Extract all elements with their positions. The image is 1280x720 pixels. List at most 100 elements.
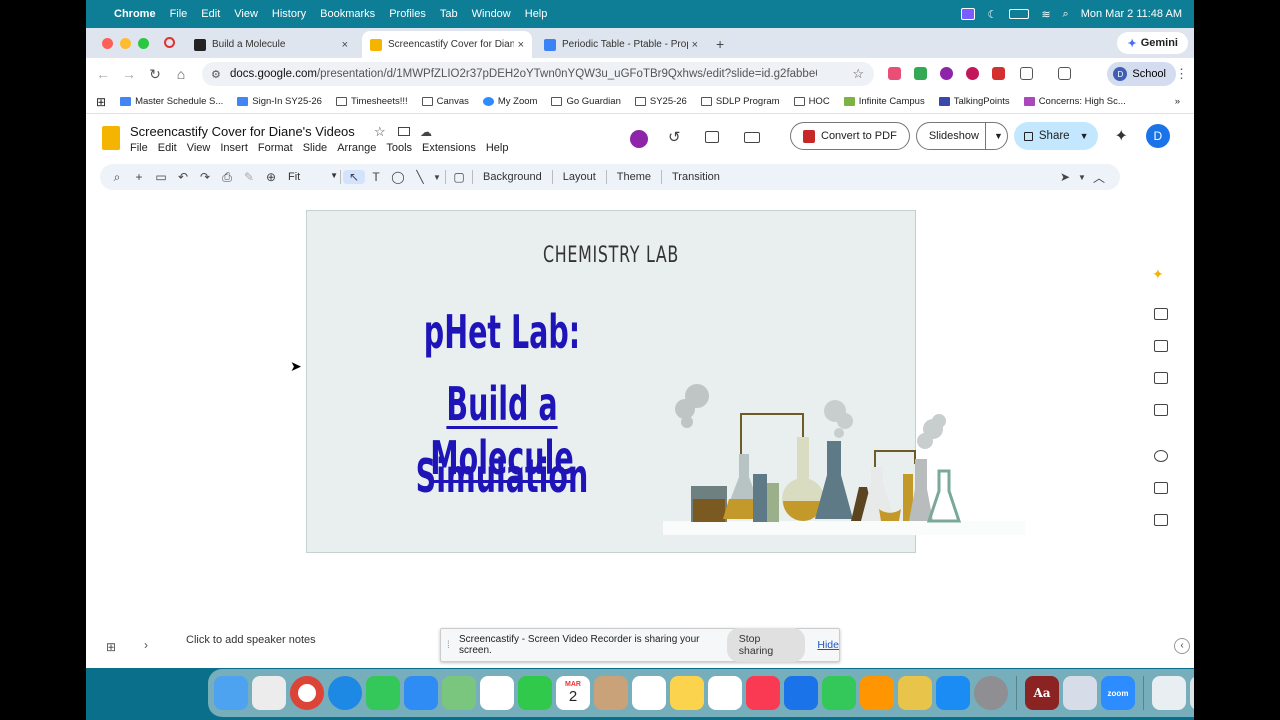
menu-item[interactable]: Slide	[303, 142, 327, 154]
pages-icon[interactable]	[860, 676, 894, 710]
drive-folder-icon[interactable]	[1154, 404, 1168, 416]
slides-logo-icon[interactable]	[102, 126, 120, 150]
bookmark-item[interactable]: TalkingPoints	[938, 96, 1010, 107]
grid-view-icon[interactable]: ⊞	[106, 640, 116, 654]
menu-item[interactable]: Format	[258, 142, 293, 154]
text-box-icon[interactable]: T	[365, 170, 387, 184]
collapse-panel-icon[interactable]: ‹	[1174, 638, 1190, 654]
apps-grid-icon[interactable]: ⊞	[96, 95, 106, 109]
document-title[interactable]: Screencastify Cover for Diane's Videos	[130, 124, 355, 139]
extension-icon[interactable]	[888, 67, 901, 80]
preview-icon[interactable]	[1063, 676, 1097, 710]
freeform-icon[interactable]	[708, 676, 742, 710]
menubar-item[interactable]: Bookmarks	[320, 8, 375, 20]
gemini-sparkle-icon[interactable]: ✦	[1114, 126, 1127, 146]
maps-icon[interactable]	[442, 676, 476, 710]
side-panel-icon[interactable]	[1058, 67, 1071, 80]
menubar-clock[interactable]: Mon Mar 2 11:48 AM	[1081, 8, 1182, 20]
collapse-toolbar-icon[interactable]: ︿	[1088, 169, 1110, 186]
bookmark-item[interactable]: SDLP Program	[700, 96, 780, 107]
extension-icon[interactable]	[940, 67, 953, 80]
bookmark-item[interactable]: Canvas	[421, 96, 469, 107]
menu-item[interactable]: Tools	[386, 142, 412, 154]
address-bar[interactable]: ⚙ docs.google.com/presentation/d/1MWPfZL…	[202, 62, 874, 86]
zoom-select[interactable]: Fit ▼	[282, 171, 338, 183]
hide-link[interactable]: Hide	[817, 639, 839, 651]
system-settings-icon[interactable]	[974, 676, 1008, 710]
contacts-icon[interactable]	[1154, 372, 1168, 384]
music-icon[interactable]	[746, 676, 780, 710]
tab-screencastify-cover[interactable]: Screencastify Cover for Diane ×	[362, 31, 532, 58]
close-tab-icon[interactable]: ×	[518, 39, 524, 51]
menubar-item[interactable]: File	[170, 8, 188, 20]
search-icon[interactable]: ⌕	[1063, 8, 1069, 21]
keep-notes-icon[interactable]	[1154, 308, 1168, 320]
back-arrow-icon[interactable]: ←	[90, 66, 116, 82]
print-icon[interactable]: ⎙	[216, 170, 238, 185]
bookmark-item[interactable]: Timesheets!!!	[335, 96, 408, 107]
menubar-item[interactable]: View	[234, 8, 258, 20]
screencastify-icon[interactable]	[630, 130, 648, 148]
close-window-button[interactable]	[102, 38, 113, 49]
speaker-notes-placeholder[interactable]: Click to add speaker notes	[186, 634, 316, 646]
new-slide-layout-icon[interactable]: ▭	[150, 170, 172, 184]
share-dropdown-icon[interactable]: ▼	[1080, 131, 1089, 141]
new-tab-icon[interactable]: +	[716, 36, 724, 52]
theme-button[interactable]: Theme	[609, 171, 659, 183]
line-dropdown-icon[interactable]: ▼	[431, 173, 443, 182]
contacts-icon[interactable]	[594, 676, 628, 710]
record-icon[interactable]	[1154, 450, 1168, 462]
slide-title-line-1[interactable]: pHet Lab:	[381, 305, 623, 359]
mail-icon[interactable]	[404, 676, 438, 710]
search-menus-icon[interactable]: ⌕	[106, 170, 128, 185]
battery-icon[interactable]	[1009, 9, 1030, 19]
close-tab-icon[interactable]: ×	[342, 39, 348, 51]
keynote-icon[interactable]	[784, 676, 818, 710]
zoom-app-icon[interactable]: zoom	[1101, 676, 1135, 710]
dictionary-icon[interactable]: Aa	[1025, 676, 1059, 710]
layout-button[interactable]: Layout	[555, 171, 604, 183]
add-comment-icon[interactable]: ▢	[448, 170, 470, 184]
bookmark-item[interactable]: SY25-26	[634, 96, 687, 107]
shape-icon[interactable]: ◯	[387, 170, 409, 184]
transition-button[interactable]: Transition	[664, 171, 728, 183]
launchpad-icon[interactable]	[252, 676, 286, 710]
photos-icon[interactable]	[480, 676, 514, 710]
menubar-app-name[interactable]: Chrome	[114, 8, 156, 20]
drag-handle-icon[interactable]: ⁞	[447, 640, 450, 651]
menu-item[interactable]: Edit	[158, 142, 177, 154]
menu-item[interactable]: Arrange	[337, 142, 376, 154]
convert-to-pdf-button[interactable]: Convert to PDF	[790, 122, 910, 150]
safari-icon[interactable]	[328, 676, 362, 710]
reload-icon[interactable]: ↻	[142, 66, 168, 83]
redo-icon[interactable]: ↷	[194, 170, 216, 184]
messages-icon[interactable]	[366, 676, 400, 710]
close-tab-icon[interactable]: ×	[692, 39, 698, 51]
app-store-icon[interactable]	[898, 676, 932, 710]
pointer-mode-icon[interactable]: ➤	[1054, 170, 1076, 184]
menubar-item[interactable]: Profiles	[389, 8, 426, 20]
extension-icon[interactable]	[992, 67, 1005, 80]
slide-title-line-3[interactable]: Simulation	[381, 449, 623, 503]
profile-button[interactable]: D School	[1107, 62, 1176, 86]
paint-format-icon[interactable]: ✎	[238, 170, 260, 184]
menu-item[interactable]: View	[187, 142, 211, 154]
home-icon[interactable]: ⌂	[168, 66, 194, 82]
more-bookmarks-icon[interactable]: »	[1175, 96, 1180, 107]
menubar-item[interactable]: Edit	[201, 8, 220, 20]
bookmark-star-icon[interactable]: ☆	[852, 66, 864, 82]
bookmark-item[interactable]: My Zoom	[482, 96, 537, 107]
extension-icon[interactable]	[914, 67, 927, 80]
screen-record-icon[interactable]	[961, 8, 976, 20]
play-icon[interactable]	[1154, 514, 1168, 526]
line-icon[interactable]: ╲	[409, 170, 431, 184]
zoom-icon[interactable]: ⊕	[260, 170, 282, 184]
menu-item[interactable]: Help	[486, 142, 509, 154]
undo-icon[interactable]: ↶	[172, 170, 194, 184]
gemini-magic-icon[interactable]: ✦	[1152, 266, 1164, 283]
version-history-icon[interactable]: ↺	[668, 128, 681, 146]
numbers-icon[interactable]	[822, 676, 856, 710]
chrome-icon[interactable]	[290, 676, 324, 710]
background-button[interactable]: Background	[475, 171, 550, 183]
select-cursor-icon[interactable]: ↖	[343, 170, 365, 184]
